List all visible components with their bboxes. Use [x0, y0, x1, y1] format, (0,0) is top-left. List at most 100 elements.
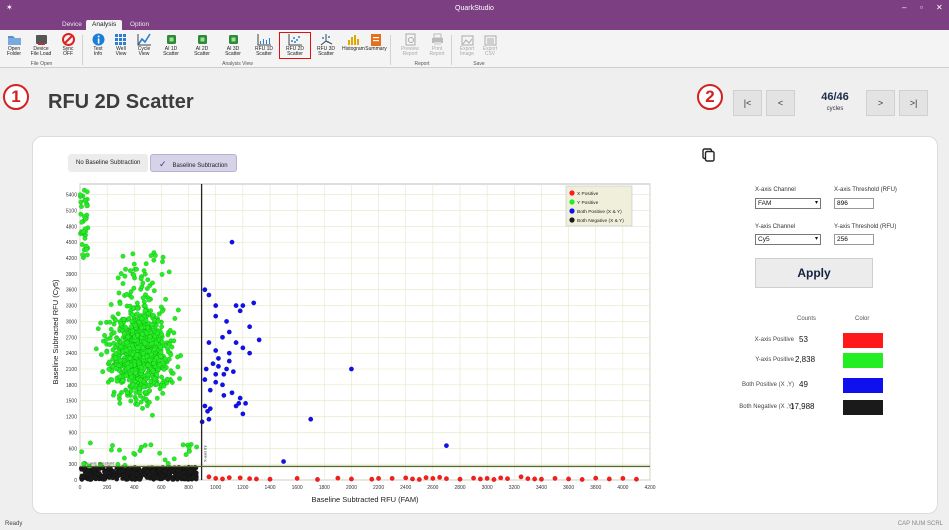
point-both-negative: [137, 476, 143, 482]
x-channel-select[interactable]: FAM ▾: [755, 198, 821, 209]
close-icon[interactable]: ✕: [936, 3, 943, 12]
ribbon-button-export-csv[interactable]: Export CSV: [479, 33, 501, 58]
point-y-positive: [116, 290, 122, 296]
point-x-positive: [335, 475, 341, 481]
point-y-positive: [115, 311, 121, 317]
ribbon-button-preview-report[interactable]: Preview Report: [395, 33, 425, 58]
point-y-positive: [157, 362, 163, 368]
point-both-positive: [207, 406, 213, 412]
ribbon-button-cycle-view[interactable]: Cycle View: [133, 33, 155, 58]
ribbon-button-ai-1d-scatter[interactable]: AI 1D Scatter: [156, 33, 186, 58]
point-y-positive: [107, 319, 113, 325]
point-both-negative: [170, 476, 176, 482]
point-y-positive: [117, 400, 123, 406]
scatter-chart[interactable]: 0 200 400 600 800 1000 1200 1400 1600 1800 2000 220…: [38, 178, 658, 508]
point-y-positive: [145, 372, 151, 378]
x-threshold-input[interactable]: 896: [834, 198, 874, 209]
last-cycle-button[interactable]: >|: [899, 90, 928, 116]
y-channel-select[interactable]: Cy5 ▾: [755, 234, 821, 245]
point-y-positive: [168, 352, 174, 358]
point-y-positive: [82, 235, 88, 241]
ribbon-button-label: AI 2D Scatter: [194, 46, 210, 58]
maximize-icon[interactable]: ▫: [920, 3, 923, 12]
color-swatch-y-positive[interactable]: [843, 353, 883, 368]
point-both-positive: [215, 363, 221, 369]
point-x-positive: [477, 476, 483, 482]
ribbon-button-histogram[interactable]: Histogram: [342, 33, 365, 52]
y-tick-label: 3000: [66, 319, 77, 325]
y-tick-label: 1200: [66, 415, 77, 421]
point-y-positive: [93, 346, 99, 352]
ribbon-button-rfu-1d-scatter[interactable]: RFU 1D Scatter: [249, 33, 279, 58]
tab-analysis[interactable]: Analysis: [86, 20, 123, 30]
point-y-positive: [175, 354, 181, 360]
point-y-positive: [146, 297, 152, 303]
y-tick-label: 900: [69, 430, 78, 436]
ribbon-button-export-image[interactable]: Export Image: [456, 33, 478, 58]
ribbon-button-print-report[interactable]: Print Report: [426, 33, 448, 58]
color-swatch-x-positive[interactable]: [843, 333, 883, 348]
point-y-positive: [117, 447, 122, 453]
point-x-positive: [294, 475, 300, 481]
x-tick-label: 2000: [346, 485, 357, 491]
point-y-positive: [100, 369, 106, 375]
point-y-positive: [151, 360, 157, 366]
y-tick-label: 0: [74, 478, 77, 484]
color-swatch-both-positive[interactable]: [843, 378, 883, 393]
point-y-positive: [136, 386, 142, 391]
point-both-positive: [443, 443, 449, 449]
point-both-negative: [102, 476, 108, 482]
ribbon-separator: [451, 35, 452, 65]
point-both-positive: [213, 303, 219, 309]
annotation-1: 1: [3, 84, 29, 110]
ribbon-button-well-view[interactable]: Well View: [110, 33, 132, 58]
stat-count-y-positive: 2,838: [795, 355, 816, 364]
ribbon-button-rfu-2d-scatter[interactable]: RFU 2D Scatter: [279, 32, 311, 59]
ribbon-button-label: Open Folder: [6, 46, 22, 58]
ribbon-button-ai-2d-scatter[interactable]: AI 2D Scatter: [187, 33, 217, 58]
point-both-positive: [213, 313, 219, 319]
point-x-positive: [457, 476, 463, 482]
point-y-positive: [128, 398, 134, 404]
copy-icon[interactable]: [702, 148, 715, 162]
first-cycle-button[interactable]: |<: [733, 90, 762, 116]
legend-marker: [569, 208, 575, 214]
tab-option[interactable]: Option: [124, 20, 155, 30]
ribbon-group-label: Report: [414, 61, 430, 67]
next-cycle-button[interactable]: >: [866, 90, 895, 116]
ribbon-button-sync-off[interactable]: Sync OFF: [57, 33, 79, 58]
tab-device[interactable]: Device: [56, 20, 88, 30]
chart-legend: X Positive Y Positive Both Positive (X & Y…: [565, 185, 633, 227]
ribbon-button-rfu-3d-scatter[interactable]: RFU 3D Scatter: [311, 33, 341, 58]
point-both-positive: [202, 403, 208, 409]
ribbon-button-device-file-load[interactable]: Device File Load: [26, 33, 56, 58]
point-x-positive: [237, 475, 243, 481]
prev-cycle-button[interactable]: <: [766, 90, 795, 116]
no-baseline-subtraction-toggle[interactable]: No Baseline Subtraction: [68, 154, 149, 172]
y-threshold-input[interactable]: 256: [834, 234, 874, 245]
baseline-subtraction-toggle[interactable]: ✓ Baseline Subtraction: [150, 154, 237, 172]
point-y-positive: [98, 352, 104, 358]
point-y-positive: [117, 374, 123, 380]
ribbon-button-label: Cycle View: [137, 46, 151, 58]
ribbon-button-summary[interactable]: Summary: [365, 33, 387, 52]
status-text: Ready: [5, 521, 23, 527]
point-both-positive: [226, 350, 232, 356]
point-y-positive: [128, 374, 134, 380]
color-swatch-both-negative[interactable]: [843, 400, 883, 415]
x-threshold-label: X-axis thr: [203, 444, 208, 462]
point-x-positive: [498, 475, 504, 481]
point-y-positive: [118, 358, 124, 364]
ribbon-button-ai-3d-scatter[interactable]: AI 3D Scatter: [218, 33, 248, 58]
x-tick-label: 2600: [427, 485, 438, 491]
point-y-positive: [141, 268, 147, 274]
ribbon-button-open-folder[interactable]: Open Folder: [3, 33, 25, 58]
ribbon-button-test-info[interactable]: Test Info: [87, 33, 109, 58]
apply-button[interactable]: Apply: [755, 258, 873, 288]
point-y-positive: [131, 285, 137, 291]
ribbon-separator: [390, 35, 391, 65]
x-tick-label: 3600: [563, 485, 574, 491]
point-x-positive: [525, 476, 531, 482]
minimize-icon[interactable]: –: [902, 3, 906, 12]
point-x-positive: [376, 475, 382, 481]
